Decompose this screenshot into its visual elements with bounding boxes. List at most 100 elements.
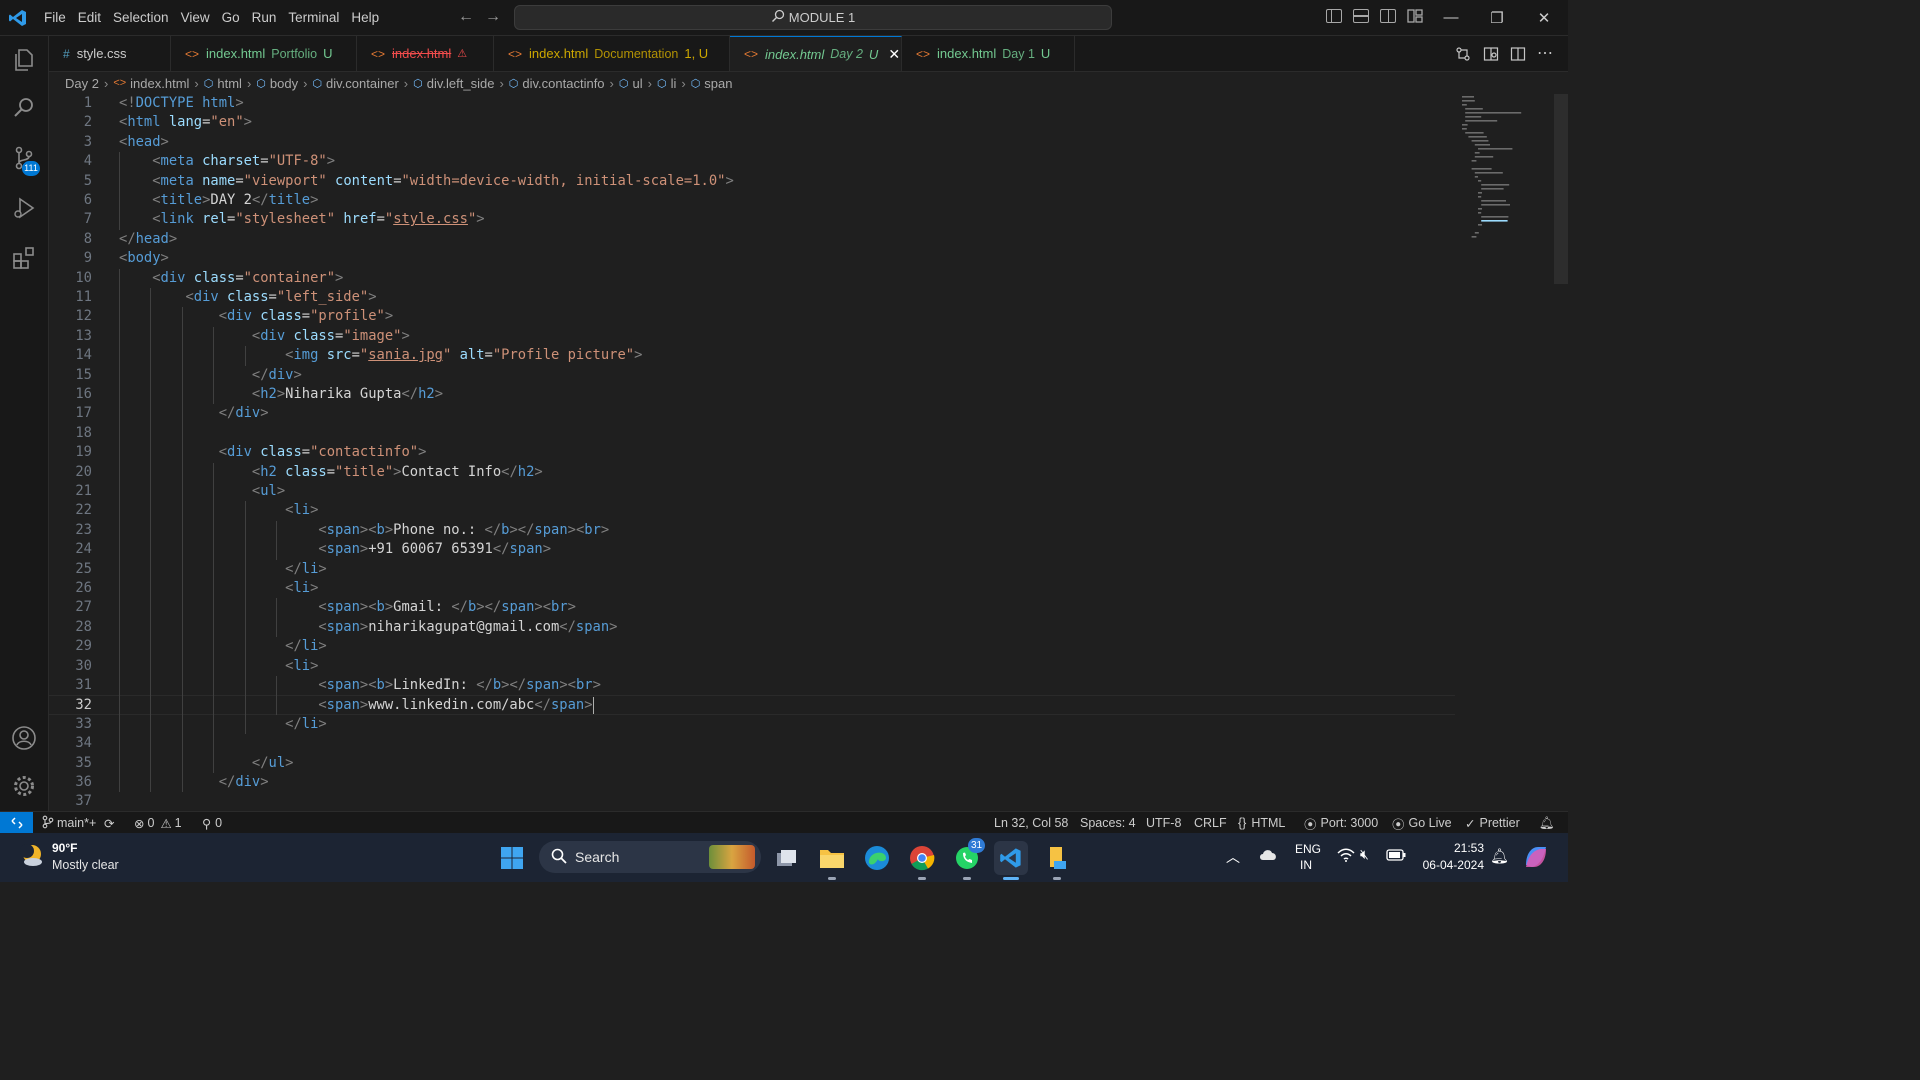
sync-icon[interactable]: ⟳	[104, 812, 114, 834]
code-line[interactable]: 16 <h2>Niharika Gupta</h2>	[49, 385, 1455, 404]
remote-icon[interactable]	[0, 812, 33, 834]
open-preview-icon[interactable]	[1483, 46, 1499, 62]
breadcrumb-item[interactable]: body	[270, 76, 298, 91]
menu-file[interactable]: File	[38, 10, 72, 25]
speaker-muted-icon[interactable]: 🔇︎	[1360, 846, 1369, 863]
code-line[interactable]: 18	[49, 424, 1455, 443]
task-view-icon[interactable]	[770, 841, 804, 875]
file-explorer-icon[interactable]	[815, 841, 849, 880]
breadcrumb-item[interactable]: div.container	[326, 76, 399, 91]
toggle-primary-sidebar-icon[interactable]	[1326, 9, 1342, 23]
tab-style-css[interactable]: # style.css	[49, 36, 171, 71]
code-line[interactable]: 33 </li>	[49, 715, 1455, 734]
code-line[interactable]: 23 <span><b>Phone no.: </b></span><br>	[49, 521, 1455, 540]
code-line[interactable]: 5 <meta name="viewport" content="width=d…	[49, 172, 1455, 191]
breadcrumb-item[interactable]: li	[671, 76, 677, 91]
vertical-scrollbar[interactable]	[1554, 94, 1568, 284]
menu-terminal[interactable]: Terminal	[282, 10, 345, 25]
code-line[interactable]: 36 </div>	[49, 773, 1455, 792]
ports-indicator[interactable]: ⚲ 0	[202, 812, 222, 834]
run-debug-icon[interactable]	[0, 184, 48, 232]
code-line[interactable]: 25 </li>	[49, 560, 1455, 579]
code-line[interactable]: 24 <span>+91 60067 65391</span>	[49, 540, 1455, 559]
code-line[interactable]: 10 <div class="container">	[49, 269, 1455, 288]
extensions-icon[interactable]	[0, 234, 48, 282]
code-line[interactable]: 28 <span>niharikagupat@gmail.com</span>	[49, 618, 1455, 637]
tab-index-error[interactable]: <> index.html ⚠	[357, 36, 494, 71]
code-line[interactable]: 17 </div>	[49, 404, 1455, 423]
go-live-button[interactable]: ⦿ Go Live	[1392, 812, 1452, 834]
close-tab-icon[interactable]: ✕	[888, 46, 900, 63]
close-window-icon[interactable]: ✕	[1521, 0, 1567, 35]
search-sidebar-icon[interactable]	[0, 84, 48, 132]
code-line[interactable]: 15 </div>	[49, 366, 1455, 385]
toggle-secondary-sidebar-icon[interactable]	[1380, 9, 1396, 23]
file-manager-folder-icon[interactable]	[1040, 841, 1074, 880]
code-line[interactable]: 1 <!DOCTYPE html>	[49, 94, 1455, 113]
code-line[interactable]: 32 <span>www.linkedin.com/abc</span>	[49, 695, 1455, 715]
breadcrumb-item[interactable]: html	[217, 76, 242, 91]
encoding[interactable]: UTF-8	[1146, 812, 1181, 834]
customize-layout-icon[interactable]	[1407, 9, 1423, 23]
source-control-icon[interactable]: 111	[0, 134, 48, 182]
minimize-icon[interactable]: —	[1428, 0, 1474, 35]
input-language[interactable]: ENG	[1295, 842, 1321, 856]
tab-index-day2[interactable]: <> index.html Day 2 U ✕	[730, 36, 902, 71]
code-line[interactable]: 4 <meta charset="UTF-8">	[49, 152, 1455, 171]
code-line[interactable]: 30 <li>	[49, 657, 1455, 676]
menu-edit[interactable]: Edit	[72, 10, 107, 25]
code-line[interactable]: 6 <title>DAY 2</title>	[49, 191, 1455, 210]
code-line[interactable]: 21 <ul>	[49, 482, 1455, 501]
code-line[interactable]: 19 <div class="contactinfo">	[49, 443, 1455, 462]
wifi-icon[interactable]	[1337, 848, 1355, 865]
menu-view[interactable]: View	[175, 10, 216, 25]
menu-selection[interactable]: Selection	[107, 10, 175, 25]
vscode-taskbar-icon[interactable]	[994, 841, 1028, 880]
end-of-line[interactable]: CRLF	[1194, 812, 1227, 834]
git-branch[interactable]: main*+	[42, 812, 96, 834]
manage-gear-icon[interactable]	[0, 762, 48, 810]
tab-index-documentation[interactable]: <> index.html Documentation 1, U	[494, 36, 730, 71]
prettier-button[interactable]: ✓ Prettier	[1465, 812, 1520, 834]
code-line[interactable]: 14 <img src="sania.jpg" alt="Profile pic…	[49, 346, 1455, 365]
breadcrumb-item[interactable]: Day 2	[65, 76, 99, 91]
menu-help[interactable]: Help	[345, 10, 385, 25]
menu-run[interactable]: Run	[246, 10, 283, 25]
code-line[interactable]: 12 <div class="profile">	[49, 307, 1455, 326]
code-line[interactable]: 11 <div class="left_side">	[49, 288, 1455, 307]
code-line[interactable]: 20 <h2 class="title">Contact Info</h2>	[49, 463, 1455, 482]
code-line[interactable]: 31 <span><b>LinkedIn: </b></span><br>	[49, 676, 1455, 695]
breadcrumb-item[interactable]: div.left_side	[427, 76, 495, 91]
toggle-panel-icon[interactable]	[1353, 9, 1369, 23]
explorer-icon[interactable]	[0, 36, 48, 84]
language-mode[interactable]: {} HTML	[1238, 812, 1285, 834]
chrome-browser-icon[interactable]	[905, 841, 939, 880]
code-line[interactable]: 2 <html lang="en">	[49, 113, 1455, 132]
tab-index-day1[interactable]: <> index.html Day 1 U	[902, 36, 1075, 71]
code-line[interactable]: 3 <head>	[49, 133, 1455, 152]
code-line[interactable]: 7 <link rel="stylesheet" href="style.css…	[49, 210, 1455, 229]
windows-start-icon[interactable]	[495, 841, 529, 875]
code-line[interactable]: 27 <span><b>Gmail: </b></span><br>	[49, 598, 1455, 617]
weather-moon-icon[interactable]	[18, 843, 44, 869]
breadcrumb-item[interactable]: span	[704, 76, 732, 91]
breadcrumb-item[interactable]: ul	[632, 76, 642, 91]
code-line[interactable]: 22 <li>	[49, 501, 1455, 520]
forward-arrow-icon[interactable]: →	[483, 8, 503, 28]
code-line[interactable]: 8 </head>	[49, 230, 1455, 249]
restore-icon[interactable]: ❐	[1474, 0, 1520, 35]
code-line[interactable]: 35 </ul>	[49, 754, 1455, 773]
code-line[interactable]: 29 </li>	[49, 637, 1455, 656]
tab-index-portfolio[interactable]: <> index.html Portfolio U	[171, 36, 357, 71]
code-line[interactable]: 37	[49, 792, 1455, 811]
code-line[interactable]: 34	[49, 734, 1455, 753]
live-server-port[interactable]: ⦿ Port: 3000	[1304, 812, 1378, 834]
indentation[interactable]: Spaces: 4	[1080, 812, 1136, 834]
menu-go[interactable]: Go	[216, 10, 246, 25]
taskbar-search-box[interactable]: Search	[539, 841, 761, 873]
problems-indicator[interactable]: ⊗ 0 ⚠ 1	[134, 812, 182, 834]
notifications-bell-icon[interactable]: 🔔︎	[1539, 812, 1555, 834]
command-center-search[interactable]: MODULE 1	[514, 5, 1112, 30]
back-arrow-icon[interactable]: ←	[456, 8, 476, 28]
code-line[interactable]: 26 <li>	[49, 579, 1455, 598]
